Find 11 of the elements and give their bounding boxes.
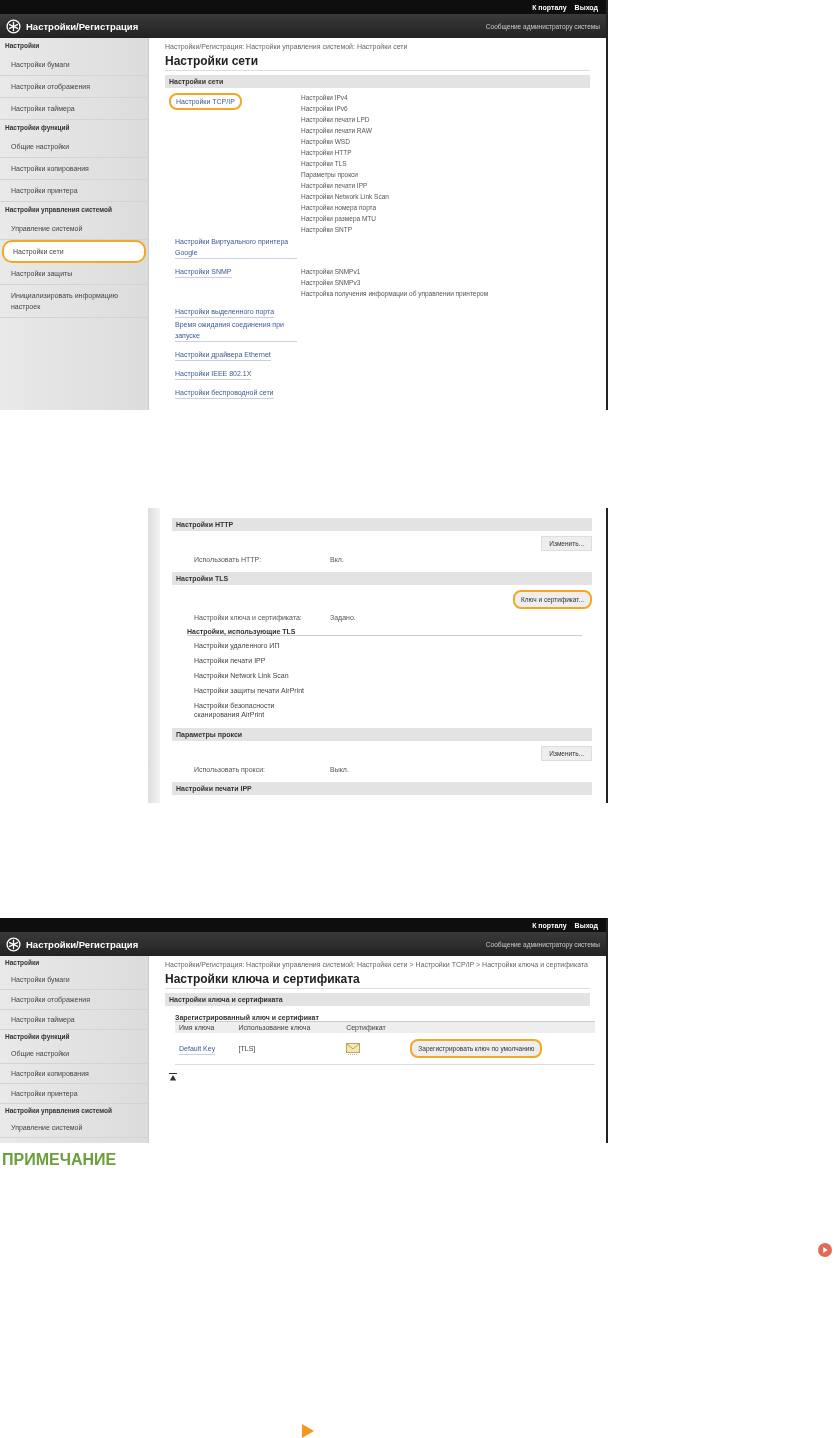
certificate-icon[interactable]: [346, 1042, 361, 1055]
note-heading: ПРИМЕЧАНИЕ: [1, 1151, 117, 1169]
app-title: Настройки/Регистрация: [26, 938, 140, 950]
play-circle-icon[interactable]: [818, 1243, 832, 1257]
page-title: Настройки сети: [165, 51, 590, 71]
logo-icon: [6, 936, 21, 952]
logo-icon: [6, 18, 21, 34]
triangle-icon: [302, 1424, 314, 1438]
page-title: Настройки ключа и сертификата: [165, 969, 590, 989]
app-title: Настройки/Регистрация: [26, 20, 140, 32]
back-to-top-icon[interactable]: [169, 1073, 177, 1081]
